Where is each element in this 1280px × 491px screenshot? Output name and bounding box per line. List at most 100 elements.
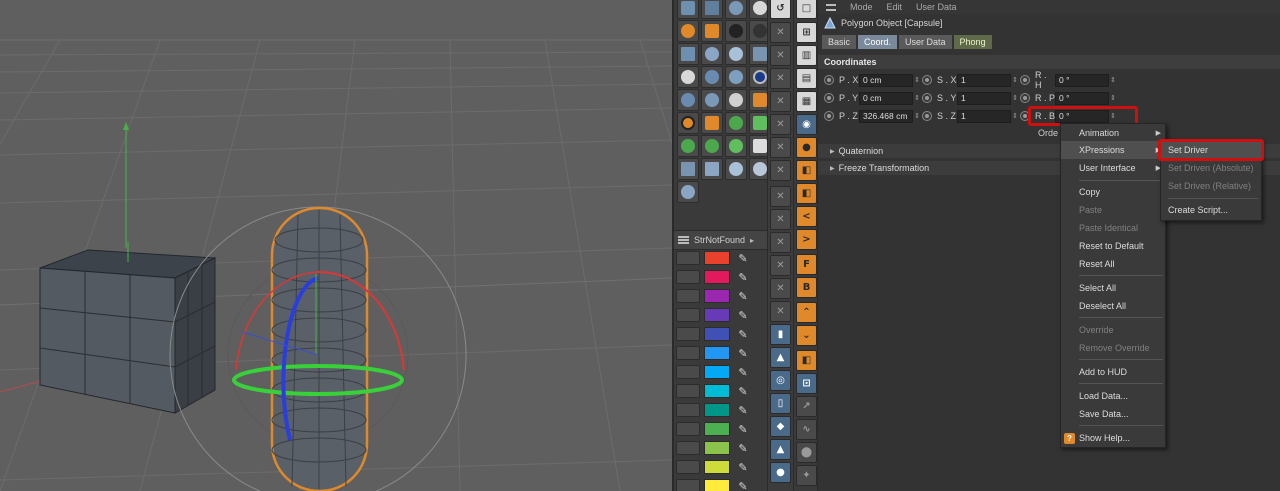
eyedropper-icon[interactable]: ✎ bbox=[734, 384, 752, 398]
emitter-tool-icon[interactable] bbox=[677, 181, 699, 203]
color-swatch[interactable] bbox=[704, 365, 730, 379]
tab-user-data[interactable]: User Data bbox=[899, 35, 952, 49]
keyframe-radio[interactable] bbox=[1020, 75, 1030, 85]
swatch-slot[interactable] bbox=[676, 422, 700, 436]
color-swatch[interactable] bbox=[704, 251, 730, 265]
swatch-slot[interactable] bbox=[676, 479, 700, 491]
swatch-slot[interactable] bbox=[676, 308, 700, 322]
eyedropper-icon[interactable]: ✎ bbox=[734, 479, 752, 491]
camera-tool-icon[interactable] bbox=[725, 20, 747, 42]
tool-slot-icon[interactable]: ✕ bbox=[770, 22, 791, 43]
spline-icon[interactable]: ∿ bbox=[796, 419, 817, 440]
tool-slot-icon[interactable]: ✕ bbox=[770, 91, 791, 112]
menu-item-user-interface[interactable]: User Interface ▶ bbox=[1061, 159, 1165, 177]
xyz-axis-icon[interactable]: ↗ bbox=[796, 396, 817, 417]
nurbs-tool-icon[interactable] bbox=[677, 20, 699, 42]
eyedropper-icon[interactable]: ✎ bbox=[734, 346, 752, 360]
f-letter-icon[interactable]: F bbox=[796, 254, 817, 275]
spinner-icon[interactable]: ⇕ bbox=[913, 74, 921, 87]
disc-primitive-icon[interactable]: ◆ bbox=[770, 416, 791, 437]
menu-item-copy[interactable]: Copy bbox=[1061, 183, 1165, 201]
fracture-tool-icon[interactable] bbox=[701, 135, 723, 157]
measure-icon[interactable]: ⊡ bbox=[796, 373, 817, 394]
tool-slot-icon[interactable]: ✕ bbox=[770, 114, 791, 135]
menu-item-add-to-hud[interactable]: Add to HUD bbox=[1061, 363, 1165, 381]
keyframe-radio[interactable] bbox=[922, 93, 932, 103]
floor-tool-icon[interactable] bbox=[677, 43, 699, 65]
undo-icon[interactable]: ↺ bbox=[770, 0, 791, 19]
pos-y-input[interactable]: 0 cm bbox=[859, 91, 913, 105]
plane-tool-icon[interactable] bbox=[701, 0, 723, 19]
spinner-icon[interactable]: ⇕ bbox=[913, 92, 921, 105]
keyframe-radio[interactable] bbox=[922, 75, 932, 85]
light-tool-icon[interactable] bbox=[677, 66, 699, 88]
eyedropper-icon[interactable]: ✎ bbox=[734, 365, 752, 379]
menu-item-select-all[interactable]: Select All bbox=[1061, 279, 1165, 297]
spinner-icon[interactable]: ⇕ bbox=[1011, 74, 1019, 87]
menu-item-set-driven-absolute[interactable]: Set Driven (Absolute) bbox=[1161, 159, 1261, 177]
pos-z-input[interactable]: 326.468 cm bbox=[859, 109, 913, 123]
color-swatch[interactable] bbox=[704, 384, 730, 398]
layout-view-icon[interactable]: ▦ bbox=[796, 91, 817, 112]
expand-arrow-icon[interactable]: ▶ bbox=[830, 148, 835, 155]
eyedropper-icon[interactable]: ✎ bbox=[734, 403, 752, 417]
menu-item-paste[interactable]: Paste bbox=[1061, 201, 1165, 219]
scale-z-input[interactable]: 1 bbox=[957, 109, 1011, 123]
spinner-icon[interactable]: ⇕ bbox=[1109, 92, 1117, 105]
tool-slot-icon[interactable]: ✕ bbox=[770, 209, 791, 230]
b-letter-icon[interactable]: B bbox=[796, 277, 817, 298]
keyframe-radio[interactable] bbox=[922, 111, 932, 121]
menu-item-set-driven-relative[interactable]: Set Driven (Relative) bbox=[1161, 177, 1261, 195]
tab-coord[interactable]: Coord. bbox=[858, 35, 898, 49]
swatch-slot[interactable] bbox=[676, 270, 700, 284]
keyframe-radio[interactable] bbox=[824, 111, 834, 121]
no-entry-tool-icon[interactable] bbox=[677, 112, 699, 134]
menu-item-paste-identical[interactable]: Paste Identical bbox=[1061, 219, 1165, 237]
keyframe-radio[interactable] bbox=[824, 93, 834, 103]
tab-phong[interactable]: Phong bbox=[953, 35, 992, 49]
eyedropper-icon[interactable]: ✎ bbox=[734, 270, 752, 284]
capsule-primitive-icon[interactable]: ▮ bbox=[770, 324, 791, 345]
menu-item-reset-to-default[interactable]: Reset to Default bbox=[1061, 237, 1165, 255]
eyedropper-icon[interactable]: ✎ bbox=[734, 308, 752, 322]
hierarchy-tool-icon[interactable] bbox=[701, 66, 723, 88]
tool-slot-icon[interactable]: ✕ bbox=[770, 278, 791, 299]
tool-slot-icon[interactable]: ✕ bbox=[770, 68, 791, 89]
swatch-slot[interactable] bbox=[676, 441, 700, 455]
hamburger-icon[interactable] bbox=[678, 236, 689, 244]
eyedropper-icon[interactable]: ✎ bbox=[734, 441, 752, 455]
swatch-slot[interactable] bbox=[676, 289, 700, 303]
menu-item-override[interactable]: Override bbox=[1061, 321, 1165, 339]
tool-slot-icon[interactable]: ✕ bbox=[770, 160, 791, 181]
menu-item-deselect-all[interactable]: Deselect All bbox=[1061, 297, 1165, 315]
cube-tool-orange-icon[interactable]: ◧ bbox=[796, 350, 817, 371]
swatch-slot[interactable] bbox=[676, 327, 700, 341]
swatch-panel-header[interactable]: StrNotFound ▸ bbox=[674, 230, 767, 250]
clapper-tool-icon[interactable] bbox=[701, 112, 723, 134]
eyedropper-icon[interactable]: ✎ bbox=[734, 460, 752, 474]
tool-slot-icon[interactable]: ✕ bbox=[770, 255, 791, 276]
single-view-icon[interactable]: □ bbox=[796, 0, 817, 19]
chevron-down-icon[interactable]: ⌄ bbox=[796, 325, 817, 346]
particles-tool-icon[interactable] bbox=[725, 158, 747, 180]
menu-item-xpressions[interactable]: XPressions ▶ bbox=[1061, 141, 1165, 159]
cylinder-primitive-icon[interactable]: ▯ bbox=[770, 393, 791, 414]
spinner-icon[interactable]: ⇕ bbox=[913, 110, 921, 123]
tool-slot-icon[interactable]: ✕ bbox=[770, 232, 791, 253]
chevron-right-icon[interactable]: ▸ bbox=[750, 236, 754, 245]
spotlight-tool-icon[interactable] bbox=[725, 66, 747, 88]
menu-item-remove-override[interactable]: Remove Override bbox=[1061, 339, 1165, 357]
sky-tool-icon[interactable] bbox=[701, 43, 723, 65]
menu-item-save-data[interactable]: Save Data... bbox=[1061, 405, 1165, 423]
3d-viewport[interactable] bbox=[0, 0, 672, 491]
swatch-slot[interactable] bbox=[676, 346, 700, 360]
sound-tool-icon[interactable] bbox=[725, 89, 747, 111]
spinner-icon[interactable]: ⇕ bbox=[1109, 74, 1117, 87]
bone-tool-icon[interactable] bbox=[677, 89, 699, 111]
menu-user-data[interactable]: User Data bbox=[916, 2, 957, 12]
color-swatch[interactable] bbox=[704, 403, 730, 417]
color-swatch[interactable] bbox=[704, 460, 730, 474]
tool-slot-icon[interactable]: ✕ bbox=[770, 301, 791, 322]
menu-edit[interactable]: Edit bbox=[887, 2, 903, 12]
two-view-icon[interactable]: ▥ bbox=[796, 45, 817, 66]
